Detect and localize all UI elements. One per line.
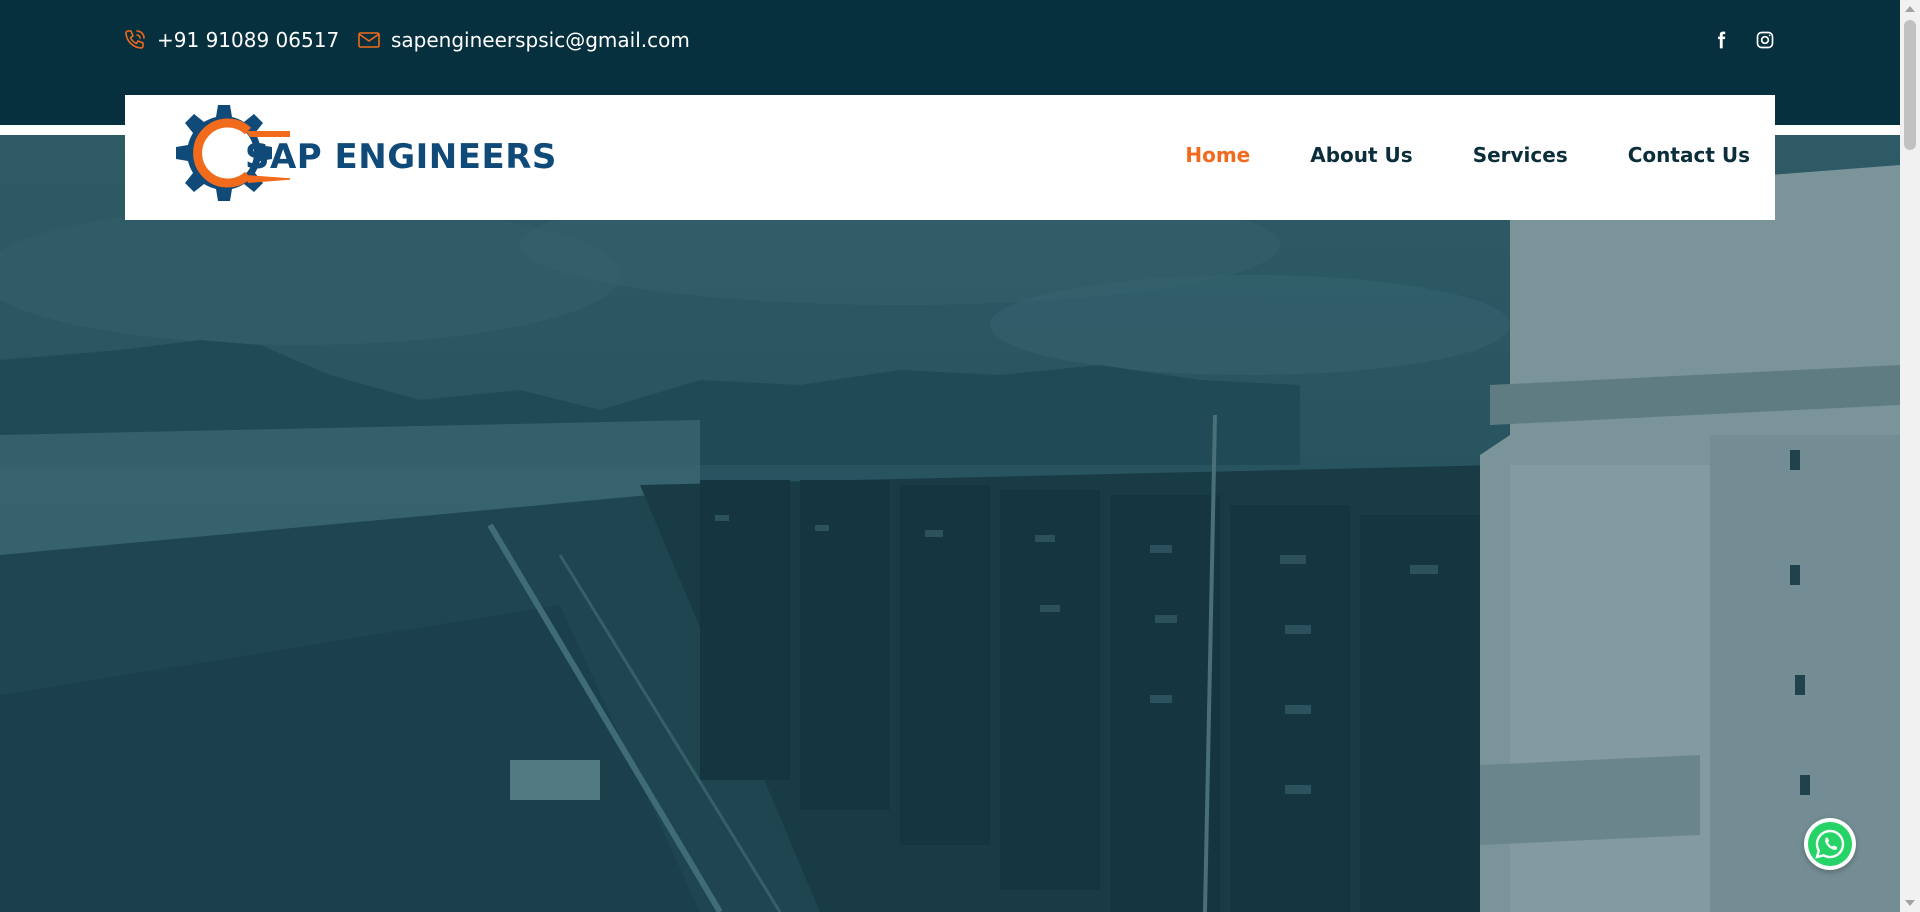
nav-item-home[interactable]: Home bbox=[1185, 143, 1250, 167]
nav-item-about-us[interactable]: About Us bbox=[1310, 143, 1412, 167]
scroll-thumb[interactable] bbox=[1904, 20, 1916, 150]
vertical-scrollbar[interactable] bbox=[1900, 0, 1920, 912]
whatsapp-icon bbox=[1808, 822, 1852, 866]
phone-number[interactable]: +91 91089 06517 bbox=[157, 28, 339, 52]
logo-text: SAP ENGINEERS bbox=[245, 137, 557, 177]
nav-item-services[interactable]: Services bbox=[1473, 143, 1568, 167]
main-nav: Home About Us Services Contact Us bbox=[1185, 143, 1750, 167]
header: SAP ENGINEERS Home About Us Services Con… bbox=[125, 95, 1775, 220]
scroll-up-icon[interactable] bbox=[1905, 6, 1915, 12]
site-logo[interactable]: SAP ENGINEERS bbox=[160, 101, 556, 215]
phone-icon bbox=[123, 28, 147, 52]
whatsapp-button[interactable] bbox=[1804, 818, 1856, 870]
page: +91 91089 06517 sapengineerspsic@gmail.c… bbox=[0, 0, 1920, 912]
email-address[interactable]: sapengineerspsic@gmail.com bbox=[391, 28, 690, 52]
scroll-down-icon[interactable] bbox=[1905, 900, 1915, 906]
mail-icon bbox=[357, 28, 381, 52]
instagram-icon[interactable] bbox=[1753, 28, 1777, 52]
facebook-icon[interactable] bbox=[1709, 28, 1733, 52]
phone-contact[interactable]: +91 91089 06517 bbox=[123, 28, 339, 52]
nav-item-contact-us[interactable]: Contact Us bbox=[1628, 143, 1750, 167]
email-contact[interactable]: sapengineerspsic@gmail.com bbox=[357, 28, 690, 52]
hero-background bbox=[0, 135, 1900, 912]
hero-overlay bbox=[0, 135, 1900, 912]
